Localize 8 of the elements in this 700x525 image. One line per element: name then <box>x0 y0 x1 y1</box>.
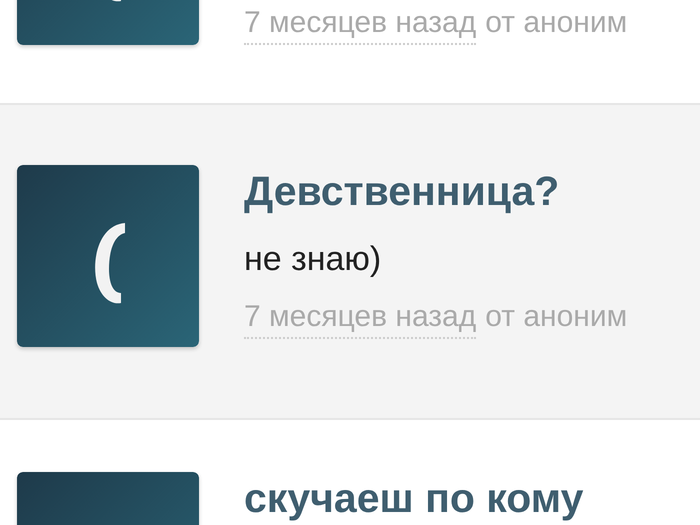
author-text: от аноним <box>485 299 628 335</box>
question-title: скучаеш по кому <box>244 474 584 522</box>
question-title: Девственница? <box>244 167 560 215</box>
time-link[interactable]: 7 месяцев назад <box>244 297 476 339</box>
author-text: от аноним <box>485 5 628 41</box>
answer-text: не знаю) <box>244 239 382 280</box>
time-link[interactable]: 7 месяцев назад <box>244 3 476 45</box>
avatar-icon <box>17 165 199 347</box>
